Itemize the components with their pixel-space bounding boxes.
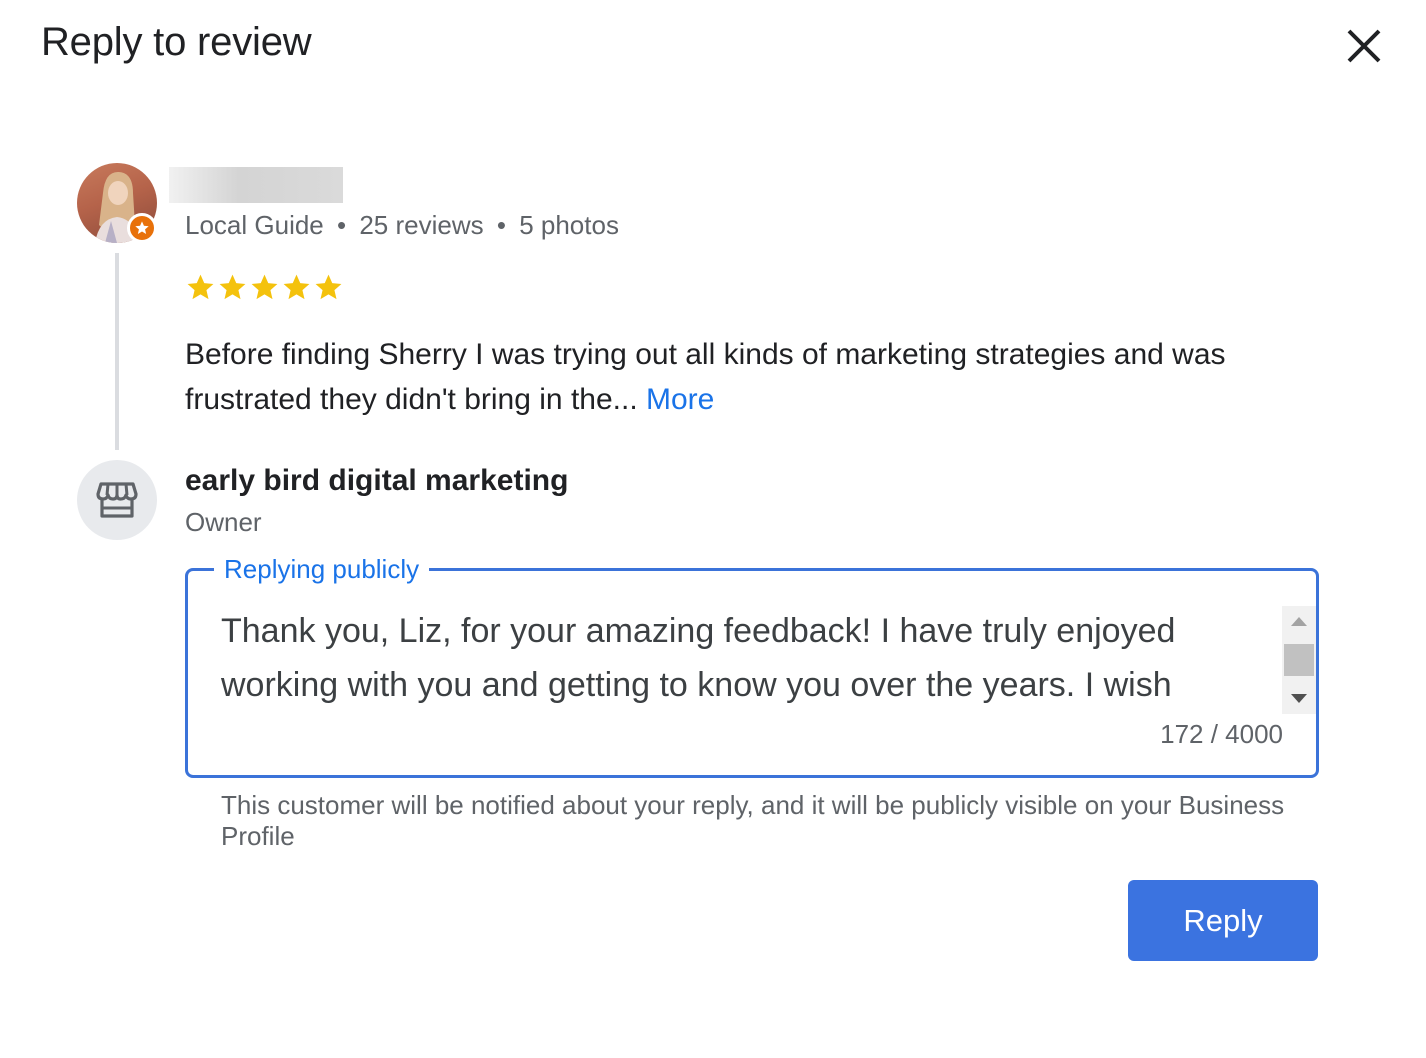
more-link[interactable]: More <box>646 383 714 416</box>
meta-separator: • <box>496 210 506 240</box>
reviewer-avatar[interactable] <box>77 163 157 243</box>
dialog-title: Reply to review <box>41 20 312 64</box>
reviewer-review-count: 25 reviews <box>359 210 484 240</box>
scrollbar-thumb[interactable] <box>1284 644 1314 676</box>
local-guide-star-icon <box>127 213 157 243</box>
storefront-icon <box>96 482 138 518</box>
star-icon <box>251 274 278 300</box>
owner-avatar <box>77 460 157 540</box>
star-icon <box>219 274 246 300</box>
reply-dialog: Reply to review Local Guide • 25 reviews… <box>0 0 1426 1058</box>
scroll-down-arrow-icon[interactable] <box>1282 684 1316 714</box>
star-icon <box>187 274 214 300</box>
owner-role: Owner <box>185 507 262 537</box>
owner-name: early bird digital marketing <box>185 464 569 497</box>
reviewer-level: Local Guide <box>185 210 324 240</box>
reply-textarea[interactable]: Thank you, Liz, for your amazing feedbac… <box>221 604 1271 714</box>
star-icon <box>315 274 342 300</box>
reviewer-name-redacted <box>169 167 343 203</box>
close-icon <box>1347 29 1381 63</box>
meta-separator: • <box>337 210 347 240</box>
reviewer-photo-count: 5 photos <box>519 210 619 240</box>
thread-connector <box>115 253 119 450</box>
reply-field[interactable]: Replying publicly Thank you, Liz, for yo… <box>185 554 1319 778</box>
reply-field-label: Replying publicly <box>214 554 430 585</box>
star-icon <box>283 274 310 300</box>
reviewer-meta: Local Guide • 25 reviews • 5 photos <box>185 210 619 241</box>
reply-button[interactable]: Reply <box>1128 880 1318 961</box>
reply-scrollbar[interactable] <box>1282 606 1316 714</box>
review-text: Before finding Sherry I was trying out a… <box>185 332 1335 422</box>
star-rating <box>185 272 344 303</box>
reply-helper-text: This customer will be notified about you… <box>221 790 1285 851</box>
close-button[interactable] <box>1338 20 1390 72</box>
character-counter: 172 / 4000 <box>1160 719 1283 749</box>
scroll-up-arrow-icon[interactable] <box>1282 606 1316 636</box>
